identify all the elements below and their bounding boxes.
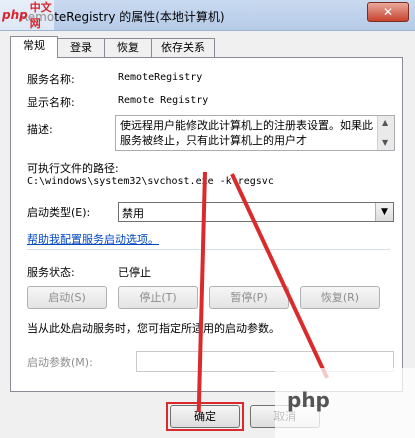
startup-type-value: 禁用 <box>122 207 144 220</box>
resume-button[interactable]: 恢复(R) <box>300 286 380 309</box>
startup-type-label: 启动类型(E): <box>27 206 91 219</box>
tab-recovery[interactable]: 恢复 <box>104 38 152 57</box>
description-box[interactable]: 使远程用户能修改此计算机上的注册表设置。如果此服务被终止，只有此计算机上的用户才… <box>115 115 395 151</box>
pause-button[interactable]: 暂停(P) <box>209 286 289 309</box>
description-text: 使远程用户能修改此计算机上的注册表设置。如果此服务被终止，只有此计算机上的用户才 <box>120 119 373 147</box>
description-label: 描述: <box>27 123 53 136</box>
description-scrollbar[interactable]: ▲ ▼ <box>377 116 394 150</box>
chevron-down-icon[interactable]: ▼ <box>375 203 393 221</box>
startup-type-select[interactable]: 禁用 ▼ <box>118 202 394 222</box>
service-status-value: 已停止 <box>118 266 151 279</box>
site-logo: php 中文网 <box>0 0 54 30</box>
general-panel: 服务名称: RemoteRegistry 显示名称: Remote Regist… <box>10 57 403 392</box>
scroll-up-icon[interactable]: ▲ <box>382 118 388 127</box>
exe-path-label: 可执行文件的路径: <box>27 162 119 175</box>
display-name-value: Remote Registry <box>118 95 209 106</box>
start-params-label: 启动参数(M): <box>27 356 93 369</box>
start-button[interactable]: 启动(S) <box>27 286 107 309</box>
tab-dependencies[interactable]: 依存关系 <box>151 38 215 57</box>
service-status-label: 服务状态: <box>27 266 75 279</box>
help-configure-link[interactable]: 帮助我配置服务启动选项。 <box>27 231 159 247</box>
logo-php-text: php <box>2 8 28 22</box>
divider <box>27 249 390 250</box>
scroll-down-icon[interactable]: ▼ <box>382 138 388 147</box>
watermark-text: php <box>287 388 330 412</box>
watermark: php <box>275 368 415 438</box>
close-icon: ✕ <box>382 5 394 19</box>
tab-logon[interactable]: 登录 <box>57 38 105 57</box>
tab-general[interactable]: 常规 <box>10 36 58 58</box>
logo-cn-text: 中文网 <box>29 1 52 30</box>
stop-button[interactable]: 停止(T) <box>118 286 198 309</box>
service-name-value: RemoteRegistry <box>118 72 203 83</box>
close-button[interactable]: ✕ <box>367 2 409 22</box>
title-bar: RemoteRegistry 的属性(本地计算机) php 中文网 ✕ <box>0 0 415 31</box>
service-name-label: 服务名称: <box>27 73 75 86</box>
hint-text: 当从此处启动服务时，您可指定所适用的启动参数。 <box>27 322 280 335</box>
display-name-label: 显示名称: <box>27 96 75 109</box>
ok-button[interactable]: 确定 <box>170 405 240 428</box>
